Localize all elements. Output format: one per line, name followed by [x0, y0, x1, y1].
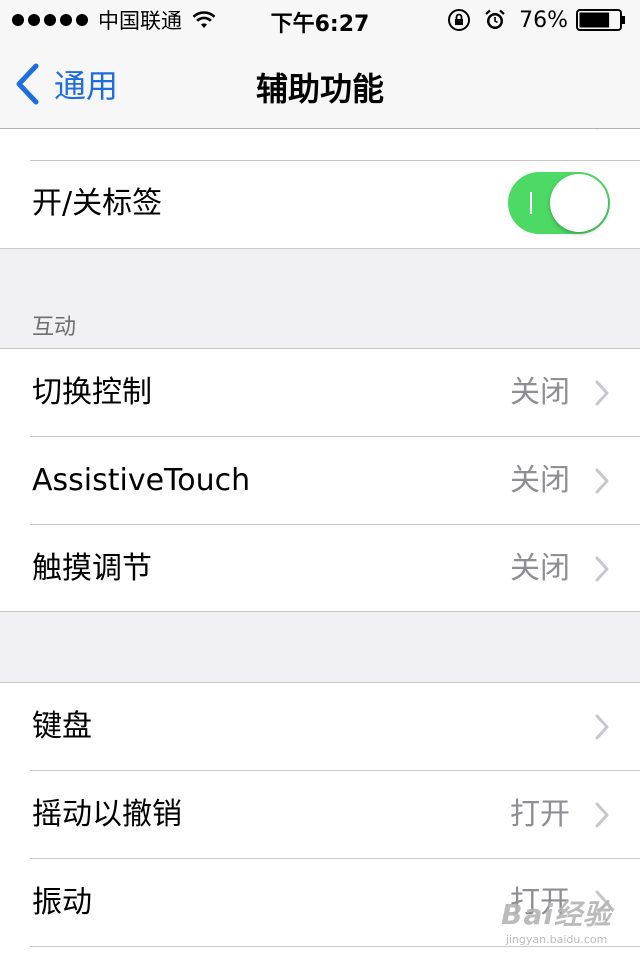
row-label: 摇动以撤销: [32, 797, 182, 832]
chevron-right-icon: [595, 129, 599, 130]
row-label: 触摸调节: [32, 551, 152, 586]
row-label: 开/关标签: [32, 186, 163, 221]
battery-icon: [576, 9, 625, 31]
toggle-on-mark: [530, 192, 532, 214]
chevron-right-icon: [595, 556, 609, 582]
row-separator: [30, 946, 640, 947]
chevron-right-icon: [595, 380, 609, 406]
row-value: 关闭: [510, 551, 570, 586]
chevron-right-icon: [595, 802, 609, 828]
toggle-knob: [550, 174, 608, 232]
rotation-lock-icon: [448, 9, 471, 31]
row-value: 打开: [510, 797, 570, 832]
watermark-logo-text: Bai经验: [501, 898, 612, 931]
settings-row-switch-control[interactable]: 切换控制 关闭: [0, 349, 640, 437]
row-value: 关闭: [510, 463, 570, 498]
group-bottom-border: [0, 611, 640, 612]
alarm-icon: [485, 9, 505, 29]
battery-percent: 76%: [519, 7, 568, 33]
settings-group-interaction: 切换控制 关闭 AssistiveTouch 关闭 触摸调节 关闭: [0, 349, 640, 612]
settings-row-reduce-motion[interactable]: 减弱动态效果 关闭: [0, 129, 640, 161]
row-label: 振动: [32, 885, 92, 920]
row-label: 切换控制: [32, 375, 152, 410]
status-bar: 中国联通 下午6:27 76%: [0, 0, 640, 40]
row-value: 关闭: [510, 375, 570, 410]
watermark-url: jingyan.baidu.com: [505, 933, 608, 946]
page-title: 辅助功能: [255, 70, 384, 108]
settings-group-display: 减弱动态效果 关闭 开/关标签: [0, 129, 640, 249]
baidu-jingyan-watermark: Bai经验 jingyan.baidu.com: [501, 893, 612, 946]
row-label: 键盘: [32, 709, 92, 744]
row-label: AssistiveTouch: [32, 463, 251, 498]
chevron-right-icon: [595, 714, 609, 740]
section-header-interaction: 互动: [32, 315, 77, 340]
settings-row-touch-accommodations[interactable]: 触摸调节 关闭: [0, 525, 640, 613]
group-bottom-border: [0, 248, 640, 249]
settings-row-keyboard[interactable]: 键盘: [0, 683, 640, 771]
status-right: 76%: [447, 7, 626, 33]
row-value: 关闭: [510, 129, 570, 161]
chevron-right-icon: [595, 468, 609, 494]
row-label: 减弱动态效果: [32, 129, 212, 161]
on-off-labels-toggle[interactable]: [508, 172, 610, 234]
settings-row-shake-to-undo[interactable]: 摇动以撤销 打开: [0, 771, 640, 859]
settings-row-assistivetouch[interactable]: AssistiveTouch 关闭: [0, 437, 640, 525]
navigation-bar: 通用 辅助功能: [0, 40, 640, 129]
settings-list[interactable]: 减弱动态效果 关闭 开/关标签 互动 切换控制 关闭 AssistiveTo: [0, 129, 640, 960]
